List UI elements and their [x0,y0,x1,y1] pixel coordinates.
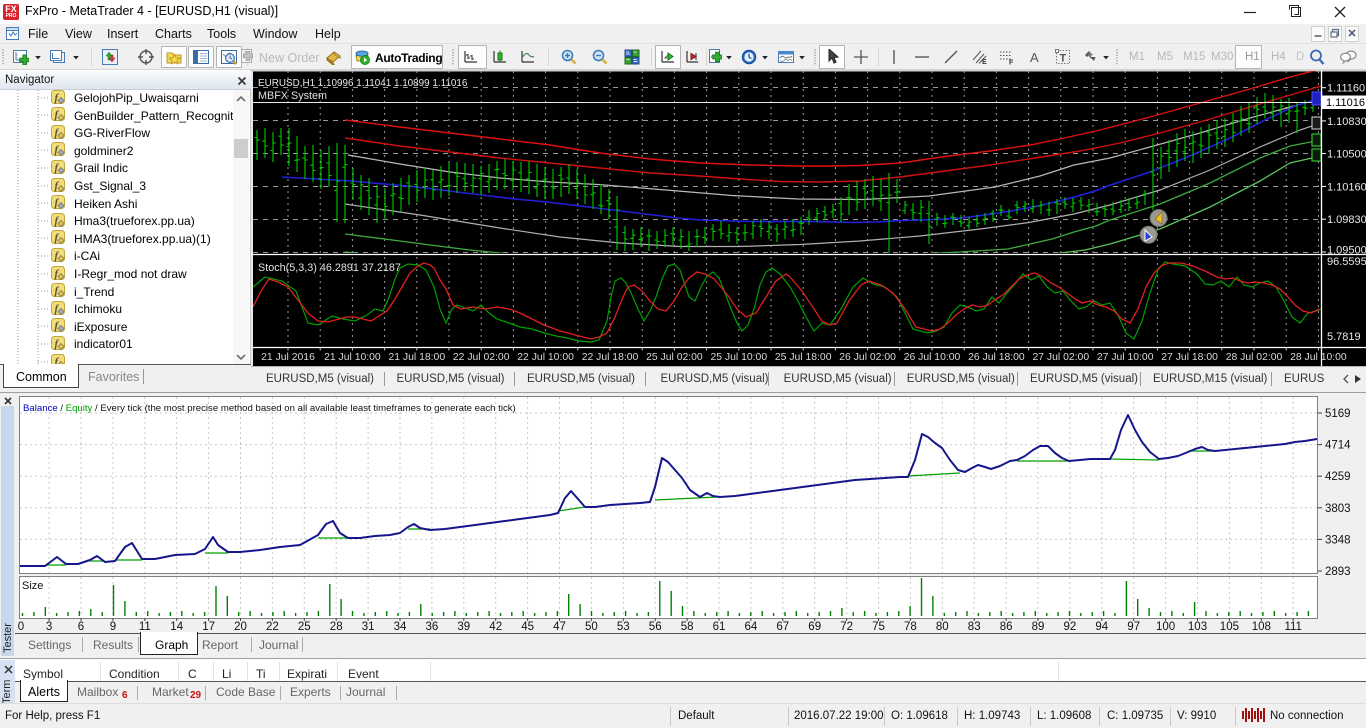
svg-text:97: 97 [1127,621,1140,633]
svg-text:75: 75 [872,621,885,633]
svg-text:26 Jul 02:00: 26 Jul 02:00 [839,352,896,363]
svg-text:4259: 4259 [1325,471,1351,483]
svg-text:Size: Size [22,580,43,592]
svg-text:28: 28 [330,621,343,633]
svg-text:25 Jul 10:00: 25 Jul 10:00 [710,352,767,363]
svg-text:108: 108 [1252,621,1271,633]
svg-text:1.10830: 1.10830 [1327,116,1366,128]
svg-text:28 Jul 10:00: 28 Jul 10:00 [1290,352,1347,363]
svg-text:20: 20 [234,621,247,633]
svg-text:45: 45 [521,621,534,633]
svg-text:2893: 2893 [1325,566,1351,578]
svg-text:103: 103 [1188,621,1207,633]
svg-text:Tester: Tester [2,623,14,653]
svg-text:1.09830: 1.09830 [1327,214,1366,226]
svg-text:A: A [1030,50,1039,65]
svg-text:F: F [1009,60,1014,66]
svg-text:1.11016: 1.11016 [1326,97,1365,109]
svg-text:3348: 3348 [1325,534,1351,546]
svg-text:3803: 3803 [1325,503,1351,515]
svg-text:83: 83 [968,621,981,633]
svg-text:5169: 5169 [1325,408,1351,420]
svg-text:105: 105 [1220,621,1239,633]
svg-text:0: 0 [18,621,24,633]
svg-text:67: 67 [776,621,789,633]
svg-text:25: 25 [298,621,311,633]
svg-text:1.11160: 1.11160 [1327,83,1365,95]
svg-text:111: 111 [1284,621,1301,633]
svg-text:89: 89 [1032,621,1045,633]
svg-text:25 Jul 02:00: 25 Jul 02:00 [646,352,703,363]
svg-text:Stoch(5,3,3) 46.2891 37.2187: Stoch(5,3,3) 46.2891 37.2187 [258,262,401,274]
svg-text:42: 42 [489,621,502,633]
svg-text:1.10160: 1.10160 [1327,181,1366,193]
svg-text:80: 80 [936,621,949,633]
svg-text:86: 86 [1000,621,1013,633]
svg-text:22: 22 [266,621,279,633]
svg-text:22 Jul 10:00: 22 Jul 10:00 [517,352,574,363]
svg-text:6: 6 [78,621,84,633]
svg-text:64: 64 [745,621,758,633]
svg-text:21 Jul 2016: 21 Jul 2016 [261,352,315,363]
svg-text:47: 47 [553,621,566,633]
svg-text:96.5595: 96.5595 [1327,256,1366,268]
svg-text:39: 39 [457,621,470,633]
svg-text:9: 9 [110,621,116,633]
svg-text:T: T [1060,53,1067,65]
svg-text:27 Jul 10:00: 27 Jul 10:00 [1097,352,1154,363]
svg-text:56: 56 [649,621,662,633]
svg-text:3: 3 [46,621,52,633]
svg-text:E: E [982,59,987,65]
svg-text:Term: Term [1,680,13,704]
svg-text:25 Jul 18:00: 25 Jul 18:00 [775,352,832,363]
svg-text:58: 58 [681,621,694,633]
svg-text:17: 17 [202,621,215,633]
svg-text:69: 69 [808,621,821,633]
svg-text:94: 94 [1095,621,1108,633]
svg-text:72: 72 [840,621,853,633]
svg-text:26 Jul 10:00: 26 Jul 10:00 [904,352,961,363]
svg-text:1.10500: 1.10500 [1327,149,1366,161]
svg-text:61: 61 [713,621,726,633]
svg-text:22 Jul 18:00: 22 Jul 18:00 [582,352,639,363]
svg-text:MBFX System: MBFX System [258,90,327,102]
svg-text:100: 100 [1156,621,1175,633]
svg-text:78: 78 [904,621,917,633]
svg-text:26 Jul 18:00: 26 Jul 18:00 [968,352,1025,363]
svg-text:27 Jul 02:00: 27 Jul 02:00 [1032,352,1089,363]
svg-text:EURUSD,H1 1.10996 1.11041 1.1: EURUSD,H1 1.10996 1.11041 1.10899 1.1101… [258,78,468,89]
svg-text:36: 36 [426,621,439,633]
svg-text:Balance / Equity / Every tick: Balance / Equity / Every tick (the most … [23,403,516,414]
svg-text:22 Jul 02:00: 22 Jul 02:00 [453,352,510,363]
svg-text:21 Jul 18:00: 21 Jul 18:00 [388,352,445,363]
svg-text:4714: 4714 [1325,440,1351,452]
svg-text:50: 50 [585,621,598,633]
svg-text:27 Jul 18:00: 27 Jul 18:00 [1161,352,1218,363]
svg-text:34: 34 [394,621,407,633]
svg-text:53: 53 [617,621,630,633]
svg-text:5.7819: 5.7819 [1327,331,1361,343]
svg-text:92: 92 [1064,621,1077,633]
svg-text:1.09500: 1.09500 [1327,245,1366,257]
svg-text:31: 31 [362,621,375,633]
svg-text:21 Jul 10:00: 21 Jul 10:00 [324,352,381,363]
svg-text:28 Jul 02:00: 28 Jul 02:00 [1226,352,1283,363]
